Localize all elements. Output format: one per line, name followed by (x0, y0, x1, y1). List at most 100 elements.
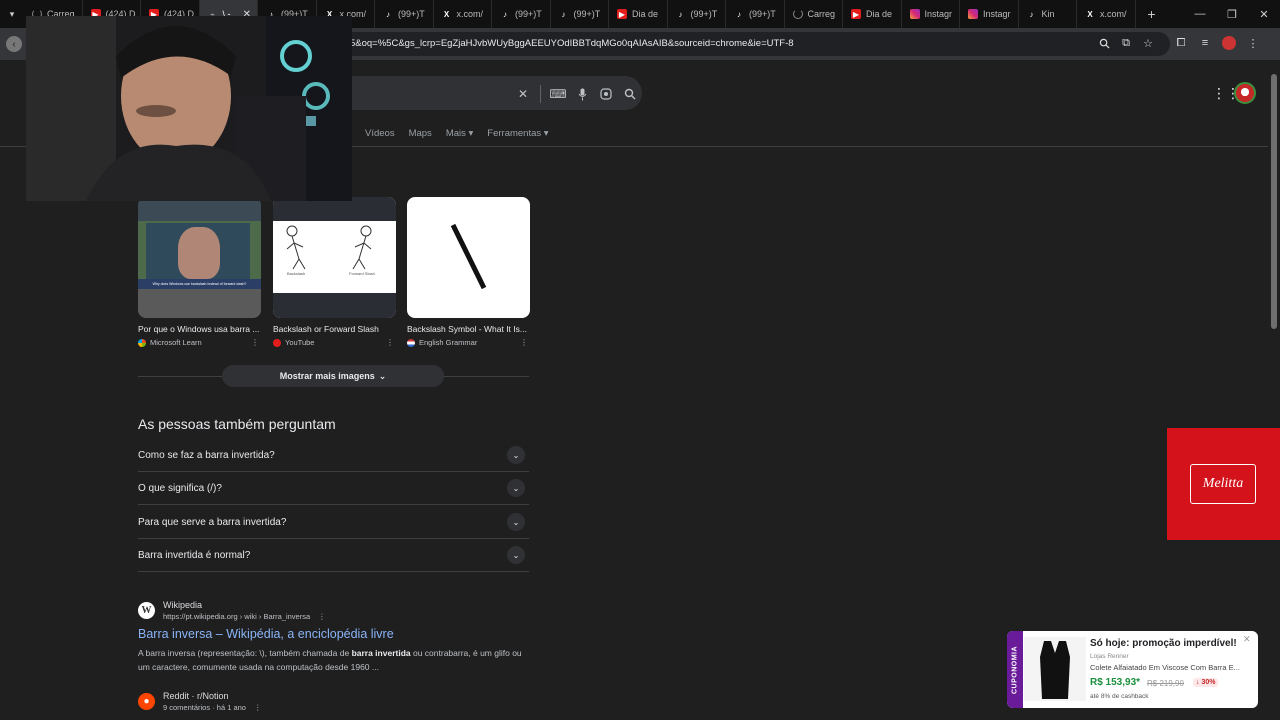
paa-question[interactable]: O que significa (/)? ⌄ (138, 472, 529, 505)
image-result[interactable]: Why does Windows use backslash instead o… (138, 197, 261, 347)
address-url[interactable]: 5&oq=%5C&gs_lcrp=EgZjaHJvbWUyBggAEEUYOdI… (350, 38, 794, 49)
microsoft-icon (138, 338, 146, 347)
tab-label: x.com/ (456, 9, 484, 19)
media-controls-icon[interactable]: ≡ (1198, 36, 1212, 50)
chevron-down-icon[interactable]: ⌄ (507, 446, 525, 464)
tab-label: Instagr (924, 9, 953, 19)
paa-question[interactable]: Para que serve a barra invertida? ⌄ (138, 506, 529, 539)
show-more-images-label: Mostrar mais imagens (279, 371, 375, 381)
image-source[interactable]: Microsoft Learn ⋮ (138, 338, 261, 347)
bookmark-star-icon[interactable]: ☆ (1142, 36, 1154, 50)
extensions-icon[interactable]: ⧠ (1174, 36, 1188, 50)
backslash-glyph (450, 223, 487, 290)
browser-tab[interactable]: ♪ Kin (1019, 0, 1077, 28)
clear-search-icon[interactable]: ✕ (516, 86, 530, 102)
minimize-button[interactable]: — (1184, 0, 1216, 28)
promo-tag: CUPONOMIA (1007, 631, 1023, 708)
tiktok-icon: ♪ (561, 9, 566, 19)
tab-more[interactable]: Mais ▾ (446, 128, 473, 139)
show-more-images-button[interactable]: Mostrar mais imagens ⌄ (222, 365, 444, 387)
profile-avatar[interactable] (1222, 36, 1236, 50)
scrollbar[interactable] (1268, 60, 1280, 720)
x-icon: X (443, 9, 450, 19)
image-caption[interactable]: Backslash Symbol - What It Is... (407, 324, 530, 334)
chevron-down-icon[interactable]: ⌄ (507, 513, 525, 531)
keyboard-icon[interactable]: ⌨ (549, 86, 566, 102)
result-header[interactable]: ● Reddit · r/Notion 9 comentários · há 1… (138, 691, 262, 712)
promo-product[interactable]: Colete Alfaiatado Em Viscose Com Barra E… (1090, 663, 1240, 672)
back-button[interactable]: ‹ (6, 36, 22, 52)
microphone-icon[interactable] (575, 86, 589, 102)
source-name: English Grammar (419, 338, 478, 347)
browser-tab[interactable]: ♪ (99+)T (551, 0, 609, 28)
image-source[interactable]: English Grammar ⋮ (407, 338, 530, 347)
chevron-down-icon[interactable]: ⌄ (507, 546, 525, 564)
chevron-down-icon[interactable]: ⌄ (507, 479, 525, 497)
google-account-avatar[interactable] (1234, 82, 1256, 104)
promo-headline: Só hoje: promoção imperdível! (1090, 638, 1237, 649)
zoom-icon[interactable] (1098, 36, 1110, 50)
paa-question[interactable]: Barra invertida é normal? ⌄ (138, 539, 529, 572)
result-url: https://pt.wikipedia.org › wiki › Barra_… (163, 612, 326, 621)
omnibox-actions: ⧉ ☆ (1098, 36, 1154, 50)
divider (540, 85, 541, 103)
x-icon: X (1087, 9, 1093, 19)
youtube-icon: ▶ (851, 9, 861, 19)
restore-button[interactable]: ❐ (1216, 0, 1248, 28)
tiktok-icon: ♪ (386, 9, 390, 19)
tab-label: Carreg (807, 9, 836, 19)
browser-tab[interactable]: Instagr (902, 0, 960, 28)
lens-icon[interactable] (599, 86, 613, 102)
promo-store: Lojas Renner (1090, 653, 1129, 660)
image-caption[interactable]: Por que o Windows usa barra ... (138, 324, 261, 334)
browser-tab[interactable]: ▶ Dia de (843, 0, 902, 28)
more-options-icon[interactable]: ⋮ (318, 612, 326, 621)
result-header[interactable]: W Wikipedia https://pt.wikipedia.org › w… (138, 600, 529, 621)
search-icon[interactable] (623, 86, 637, 102)
install-app-icon[interactable]: ⧉ (1120, 36, 1132, 50)
webcam-feed-image (26, 16, 352, 201)
paa-question[interactable]: Como se faz a barra invertida? ⌄ (138, 439, 529, 472)
scrollbar-thumb[interactable] (1271, 74, 1277, 329)
image-result[interactable]: Backslash Symbol - What It Is... English… (407, 197, 530, 347)
browser-tab[interactable]: ▶ Dia de (609, 0, 668, 28)
tab-label: Kin (1041, 9, 1055, 19)
instagram-icon (968, 9, 978, 19)
tiktok-icon: ♪ (503, 9, 507, 19)
image-source[interactable]: YouTube ⋮ (273, 338, 396, 347)
tab-search-button[interactable]: ▾ (0, 0, 24, 28)
image-caption[interactable]: Backslash or Forward Slash (273, 324, 396, 334)
close-window-button[interactable]: ✕ (1248, 0, 1280, 28)
advertisement-banner[interactable]: Melitta (1167, 428, 1280, 540)
image-thumbnail[interactable] (407, 197, 530, 318)
more-options-icon[interactable]: ⋮ (386, 338, 394, 347)
tab-label: Instagr (983, 9, 1011, 19)
browser-tab[interactable]: ♪ (99+)T (375, 0, 434, 28)
browser-tab[interactable]: Carreg (785, 0, 843, 28)
browser-tab[interactable]: ♪ (99+)T (726, 0, 785, 28)
window-controls: — ❐ ✕ (1184, 0, 1280, 28)
browser-tab[interactable]: ♪ (99+)T (492, 0, 551, 28)
image-result[interactable]: Backslash Forward Slash Backslash or For… (273, 197, 396, 347)
browser-tab[interactable]: Instagr (960, 0, 1019, 28)
paa-question-text: Barra invertida é normal? (138, 549, 251, 561)
image-thumbnail[interactable]: Backslash Forward Slash (273, 197, 396, 318)
promo-notification[interactable]: CUPONOMIA Só hoje: promoção imperdível! … (1007, 631, 1258, 708)
chrome-menu-icon[interactable]: ⋮ (1246, 36, 1260, 50)
more-options-icon[interactable]: ⋮ (254, 703, 262, 712)
tab-maps[interactable]: Maps (409, 128, 432, 139)
more-options-icon[interactable]: ⋮ (520, 338, 528, 347)
image-thumbnail[interactable]: Why does Windows use backslash instead o… (138, 197, 261, 318)
tab-videos[interactable]: Vídeos (365, 128, 395, 139)
result-title-link[interactable]: Barra inversa – Wikipédia, a enciclopédi… (138, 627, 529, 641)
tab-label: Dia de (632, 9, 659, 19)
browser-tab[interactable]: ♪ (99+)T (668, 0, 726, 28)
product-image[interactable] (1024, 637, 1086, 701)
more-options-icon[interactable]: ⋮ (251, 338, 259, 347)
browser-tab[interactable]: Xx.com/ (1077, 0, 1136, 28)
close-icon[interactable]: ✕ (1243, 634, 1251, 645)
tab-tools[interactable]: Ferramentas ▾ (487, 128, 548, 139)
promo-price: R$ 153,93* (1090, 677, 1141, 688)
new-tab-button[interactable]: + (1140, 6, 1164, 22)
browser-tab[interactable]: Xx.com/ (434, 0, 492, 28)
